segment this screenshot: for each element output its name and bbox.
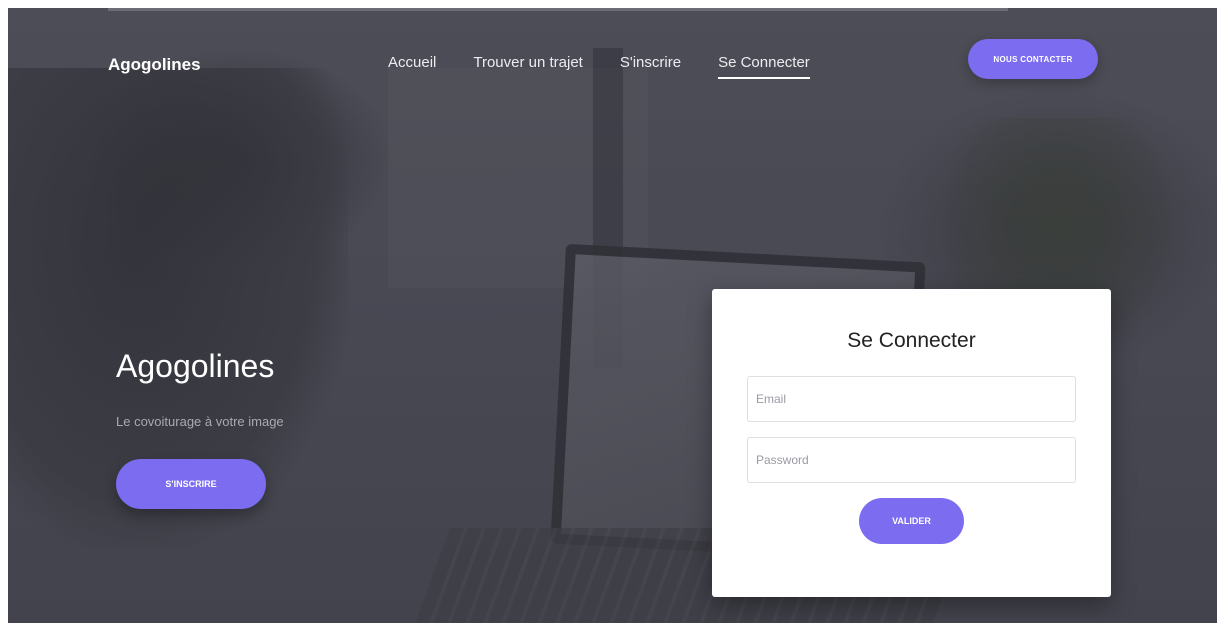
nav-accueil[interactable]: Accueil — [388, 54, 436, 79]
nav-se-connecter[interactable]: Se Connecter — [718, 54, 810, 79]
hero-subtitle: Le covoiturage à votre image — [116, 414, 284, 429]
main-nav: Accueil Trouver un trajet S'inscrire Se … — [388, 54, 847, 79]
email-field[interactable] — [747, 376, 1076, 422]
validate-button[interactable]: VALIDER — [859, 498, 964, 544]
login-card: Se Connecter VALIDER — [712, 289, 1111, 597]
hero-section: Agogolines Accueil Trouver un trajet S'i… — [8, 8, 1217, 623]
signup-button[interactable]: S'INSCRIRE — [116, 459, 266, 509]
top-strip — [108, 8, 1008, 11]
login-title: Se Connecter — [847, 329, 976, 352]
nav-inscrire[interactable]: S'inscrire — [620, 54, 681, 79]
password-field[interactable] — [747, 437, 1076, 483]
contact-button[interactable]: NOUS CONTACTER — [968, 39, 1098, 79]
hero-title: Agogolines — [116, 348, 275, 384]
brand-logo[interactable]: Agogolines — [108, 55, 201, 75]
nav-trouver-trajet[interactable]: Trouver un trajet — [473, 54, 583, 79]
